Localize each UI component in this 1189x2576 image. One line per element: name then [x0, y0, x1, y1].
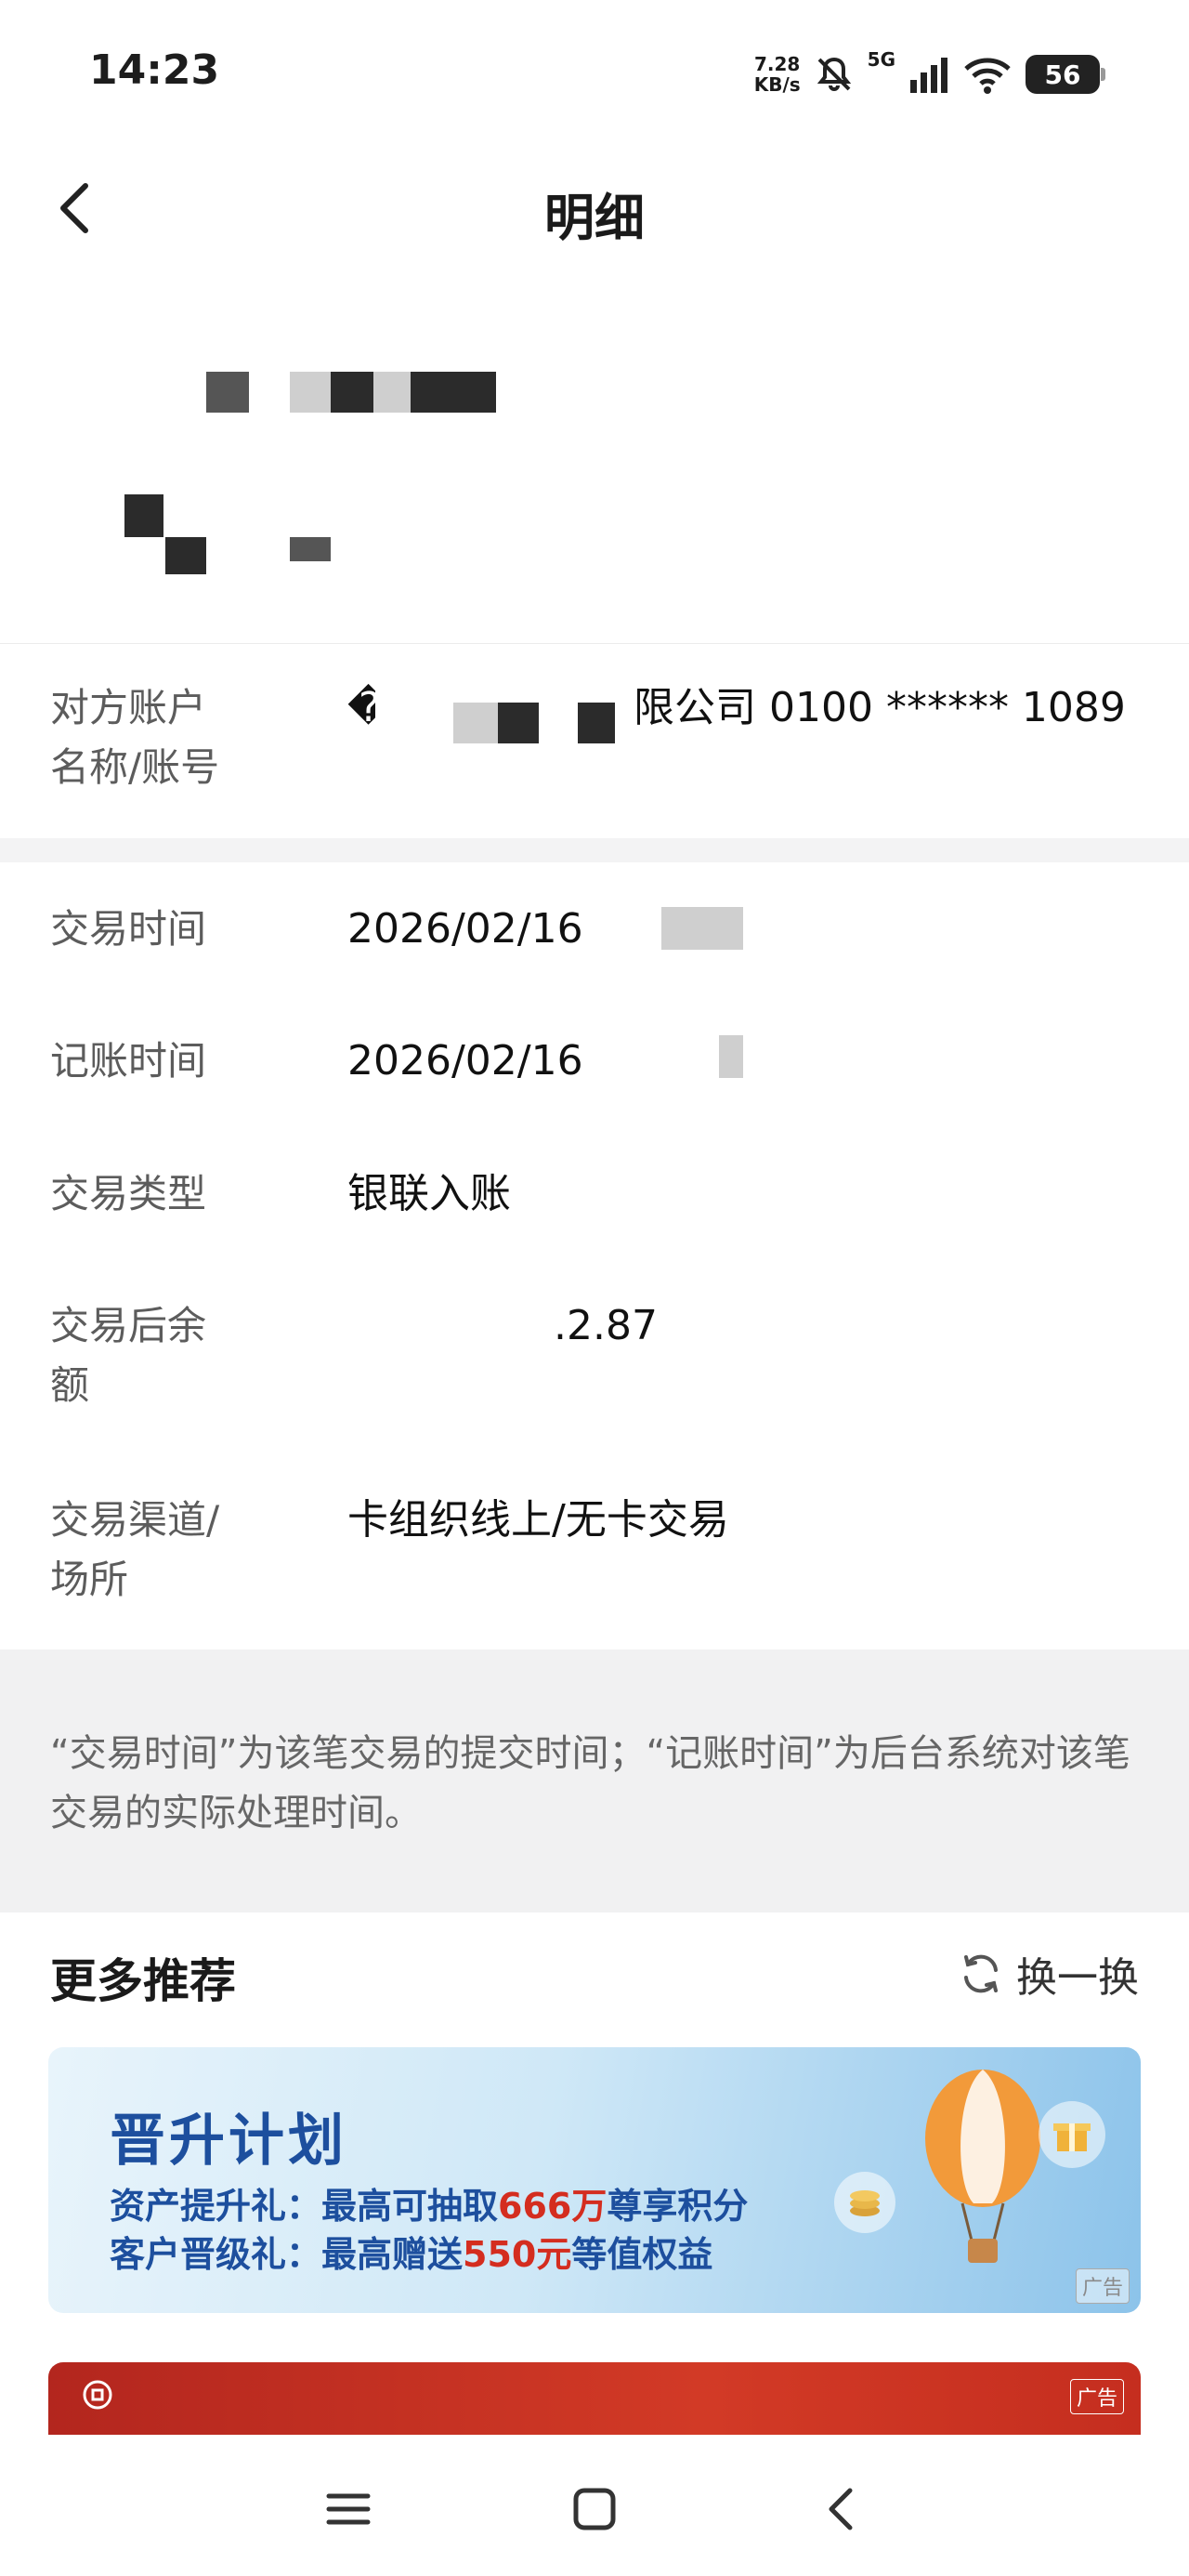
mosaic-block — [206, 372, 249, 413]
time-explanation-note: “交易时间”为该笔交易的提交时间；“记账时间”为后台系统对该笔交易的实际处理时间… — [0, 1649, 1189, 1912]
coins-bubble-icon — [834, 2172, 895, 2233]
bank-logo-icon — [83, 2380, 112, 2410]
mosaic-block — [290, 537, 331, 561]
counterparty-name-start: �womens — [347, 684, 375, 731]
battery-indicator: 56 — [1026, 55, 1105, 94]
detail-value: 卡组织线上/无卡交易 — [347, 1496, 729, 1544]
mute-bell-icon — [817, 57, 851, 91]
system-nav-bar — [0, 2435, 1189, 2576]
mosaic-block — [373, 372, 411, 413]
detail-value: 银联入账 — [347, 1170, 511, 1217]
detail-row-balance: 交易后余 额 .2.87 — [0, 1296, 1189, 1426]
detail-label: 交易后余 额 — [50, 1303, 207, 1408]
detail-value: .2.87 — [554, 1302, 658, 1349]
status-icons: 7.28 KB/s 5G 56 — [753, 46, 1105, 102]
gift-bubble-icon — [1039, 2101, 1105, 2168]
detail-label: 交易渠道/ 场所 — [50, 1497, 220, 1602]
home-square-icon — [573, 2488, 616, 2530]
hot-air-balloon-illustration — [925, 2070, 1040, 2263]
mosaic-block — [719, 1035, 743, 1078]
detail-label: 交易时间 — [50, 906, 207, 952]
section-gap — [0, 838, 1189, 862]
mosaic-block — [453, 703, 498, 743]
detail-row-trade-type: 交易类型 银联入账 — [0, 1164, 1189, 1248]
refresh-button[interactable]: 换一换 — [959, 1944, 1139, 2004]
menu-icon — [326, 2493, 371, 2525]
status-time: 14:23 — [89, 46, 220, 94]
counterparty-name-end: 限公司 0100 ****** 1089 — [634, 684, 1126, 731]
banner-title: 晋升计划 — [110, 2109, 347, 2174]
detail-label: 记账时间 — [50, 1038, 207, 1084]
refresh-label: 换一换 — [1016, 1954, 1139, 2002]
bank-logo — [82, 2379, 113, 2411]
divider — [0, 643, 1189, 644]
counterparty-row: 对方账户 名称/账号 �womens 限公司 0100 ****** 1089 — [0, 678, 1189, 818]
network-speed: 7.28 KB/s — [753, 53, 801, 96]
detail-row-booking-time: 记账时间 2026/02/16 — [0, 1032, 1189, 1115]
mosaic-block — [124, 494, 163, 537]
refresh-icon — [964, 1954, 998, 1993]
chevron-left-icon — [829, 2488, 853, 2530]
status-bar: 14:23 7.28 KB/s 5G 56 — [0, 0, 1189, 139]
detail-row-channel: 交易渠道/ 场所 卡组织线上/无卡交易 — [0, 1491, 1189, 1621]
detail-row-trade-time: 交易时间 2026/02/16 — [0, 900, 1189, 983]
nav-home-button[interactable] — [553, 2472, 636, 2546]
mosaic-block — [578, 703, 615, 743]
network-type: 5G — [867, 48, 895, 71]
wifi-icon — [964, 58, 1011, 94]
detail-label: 交易类型 — [50, 1171, 207, 1216]
mosaic-block — [411, 372, 496, 413]
ad-label: 广告 — [1069, 2379, 1124, 2414]
promo-banner-bank[interactable]: 广告 — [48, 2362, 1141, 2446]
page-title: 明细 — [544, 189, 645, 247]
nav-back-button[interactable] — [799, 2472, 882, 2546]
nav-menu-button[interactable] — [307, 2472, 390, 2546]
mosaic-block — [331, 372, 373, 413]
ad-label: 广告 — [1075, 2268, 1130, 2304]
mosaic-block — [165, 537, 206, 574]
counterparty-label: 对方账户 名称/账号 — [50, 685, 220, 790]
mosaic-block — [290, 372, 333, 413]
mosaic-block — [661, 907, 743, 950]
more-recommend-title: 更多推荐 — [50, 1954, 236, 2008]
banner-line-2: 客户晋级礼：最高赠送550元等值权益 — [110, 2234, 713, 2275]
promo-banner-upgrade-plan[interactable]: 晋升计划 资产提升礼：最高可抽取666万尊享积分 客户晋级礼：最高赠送550元等… — [48, 2047, 1141, 2313]
header: 明细 — [0, 158, 1189, 260]
mosaic-block — [498, 703, 539, 743]
signal-icon — [910, 58, 947, 93]
banner-line-1: 资产提升礼：最高可抽取666万尊享积分 — [110, 2186, 749, 2227]
